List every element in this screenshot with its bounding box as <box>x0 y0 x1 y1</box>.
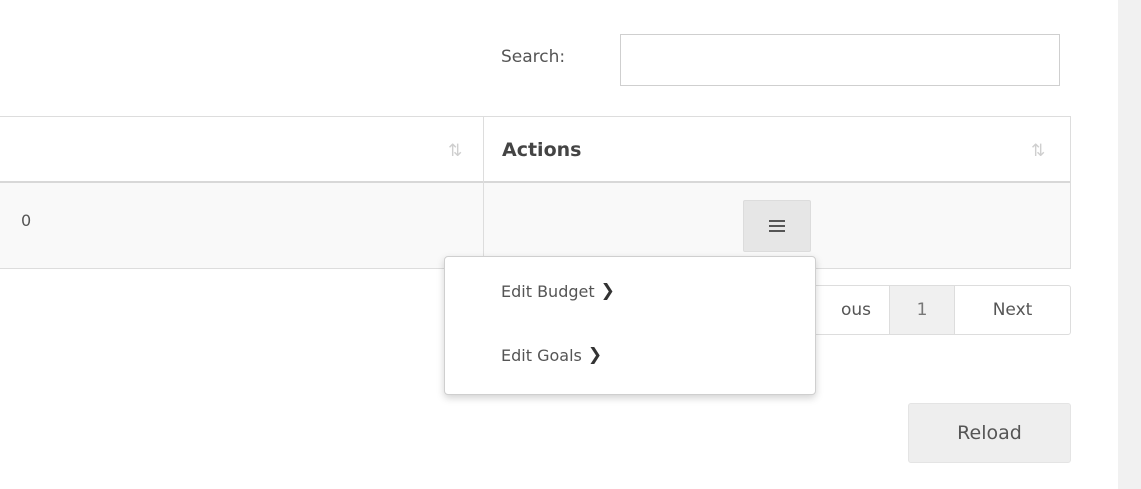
pagination: ous 1 Next <box>778 285 1071 335</box>
menu-item-edit-goals[interactable]: Edit Goals ❯ <box>501 345 602 365</box>
column-header-actions[interactable]: Actions <box>502 139 581 161</box>
sort-icon[interactable]: ⇅ <box>1031 141 1045 161</box>
pagination-page-1[interactable]: 1 <box>890 286 955 334</box>
hamburger-icon <box>769 220 785 232</box>
table-cell: 0 <box>21 211 32 230</box>
menu-item-edit-budget[interactable]: Edit Budget ❯ <box>501 281 615 301</box>
table-header-row: ⇅ Actions ⇅ <box>0 116 1071 183</box>
search-input[interactable] <box>620 34 1060 86</box>
sort-icon[interactable]: ⇅ <box>448 141 462 161</box>
chevron-right-icon: ❯ <box>587 345 603 365</box>
right-scroll-gutter <box>1118 0 1141 489</box>
data-table: ⇅ Actions ⇅ 0 <box>0 116 1071 269</box>
column-divider <box>483 116 484 269</box>
menu-item-label: Edit Budget <box>501 281 595 301</box>
search-label: Search: <box>501 47 566 67</box>
table-right-border <box>1070 116 1071 269</box>
menu-item-label: Edit Goals <box>501 345 582 365</box>
reload-button[interactable]: Reload <box>908 403 1071 463</box>
chevron-right-icon: ❯ <box>600 281 615 301</box>
page: Search: ⇅ Actions ⇅ 0 ous 1 Next Edit Bu… <box>0 0 1141 489</box>
actions-dropdown-menu: Edit Budget ❯ Edit Goals ❯ <box>444 256 816 395</box>
pagination-next[interactable]: Next <box>955 286 1070 334</box>
actions-menu-button[interactable] <box>743 200 811 252</box>
